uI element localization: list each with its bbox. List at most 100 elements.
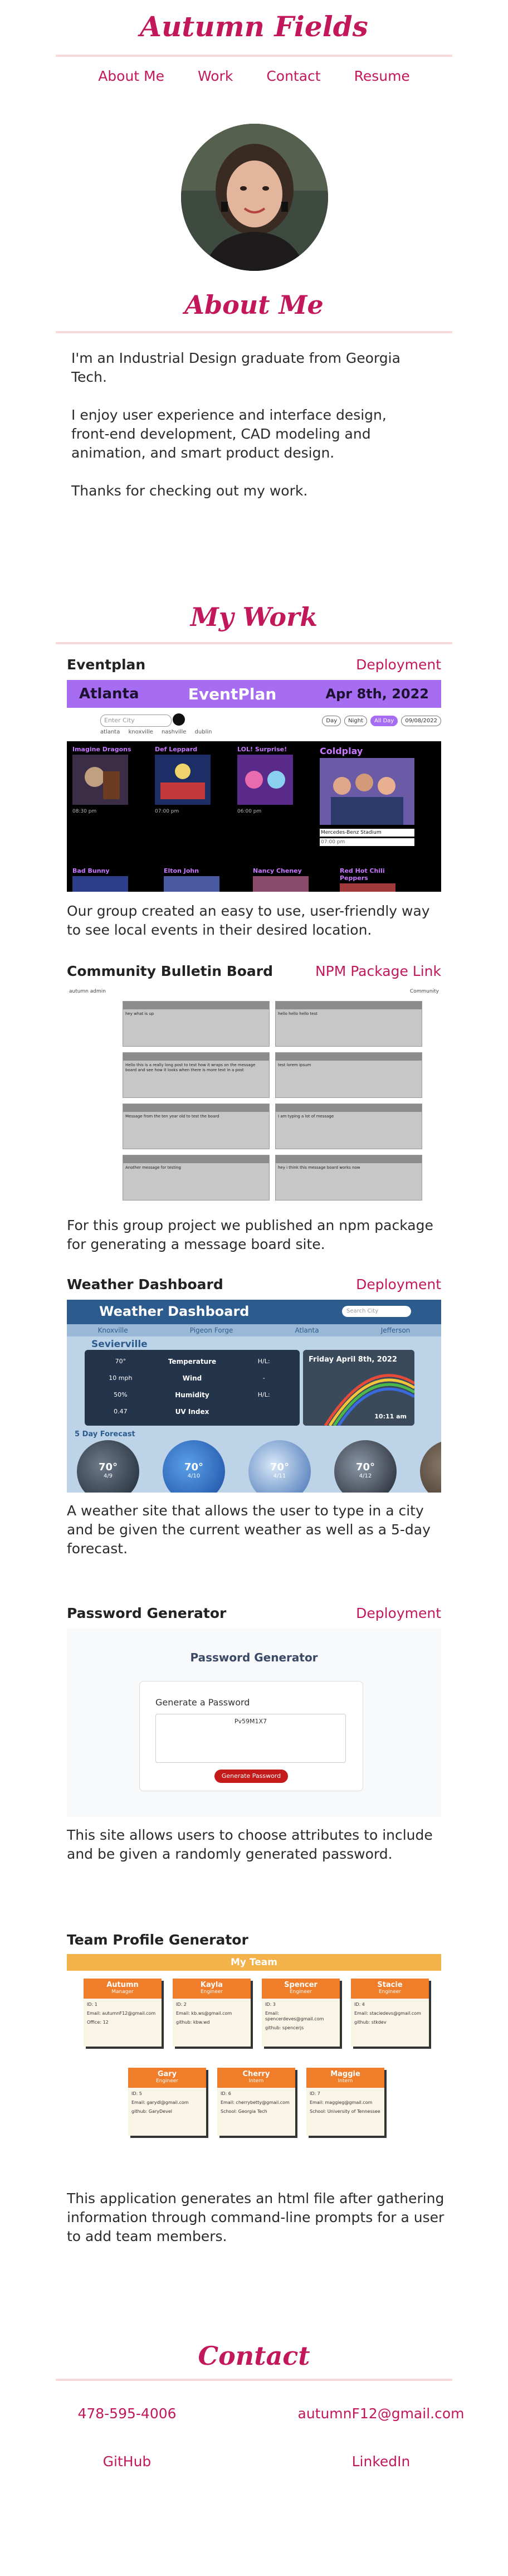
weather-value: 50% [114,1391,128,1398]
eventplan-filter-chips: Day Night All Day 09/08/2022 [322,716,441,726]
nav-about-me[interactable]: About Me [98,68,164,84]
weather-extra: H/L: [257,1391,270,1398]
forecast-temp: 70° [355,1461,375,1473]
password-deployment-link[interactable]: Deployment [356,1605,441,1621]
eventplan-event-grid: Imagine Dragons 08:30 pm Def Leppard 07:… [67,741,441,892]
member-name: Kayla [200,1981,223,1989]
weather-header: Weather Dashboard Search City [67,1300,441,1324]
about-divider [56,331,452,333]
weather-city-tab: Pigeon Forge [189,1326,233,1334]
team-member-card: Maggie Intern ID: 7 Email: maggieg@gmail.co… [306,2068,384,2136]
project-title-team-profile: Team Profile Generator [67,1932,248,1948]
weather-search-input: Search City [342,1306,411,1317]
eventplan-description: Our group created an easy to use, user-f… [67,903,430,938]
weather-label: Wind [182,1374,202,1382]
bulletin-user: autumn admin [69,989,106,994]
member-email: Email: kb.ws@gmail.com [176,2011,232,2016]
weather-screenshot[interactable]: Weather Dashboard Search City Knoxville … [67,1300,441,1493]
bulletin-post: I am typing a lot of message [275,1104,422,1149]
about-paragraph: I'm an Industrial Design graduate from G… [71,350,400,385]
weather-row: 0.47 UV Index [85,1408,300,1416]
filter-chip: 09/08/2022 [401,716,441,726]
bulletin-post: Another message for testing [123,1155,270,1200]
member-email: Email: maggieg@gmail.com [310,2100,373,2105]
member-role: Engineer [289,1989,312,1995]
event-card: Imagine Dragons 08:30 pm [72,746,134,814]
weather-label: UV Index [175,1408,209,1416]
team-member-card: Spencer Engineer ID: 3 Email: spencerdeves@… [262,1979,340,2047]
event-name: LOL! Surprise! [237,746,287,753]
member-name: Autumn [106,1981,139,1989]
weather-time: 10:11 am [374,1413,407,1420]
eventplan-search-input: Enter City [100,715,172,727]
member-extra: School: University of Tennessee [310,2109,380,2114]
password-screenshot[interactable]: Password Generator Generate a Password P… [67,1629,441,1817]
nav-resume[interactable]: Resume [354,68,410,84]
eventplan-city-list: atlanta knoxville nashville dublin [100,729,212,735]
forecast-temp: 70° [98,1461,118,1473]
post-text: hey i think this message board works now [278,1165,360,1170]
filter-chip: All Day [370,716,398,726]
member-extra: Office: 12 [87,2020,109,2025]
profile-photo [181,124,328,271]
event-name: Bad Bunny [72,867,110,874]
forecast-card: 70° 4/9 [77,1440,139,1493]
event-image [253,876,309,892]
weather-deployment-link[interactable]: Deployment [356,1276,441,1292]
eventplan-deployment-link[interactable]: Deployment [356,657,441,673]
bulletin-npm-package-link[interactable]: NPM Package Link [315,963,441,979]
weather-date-panel: Friday April 8th, 2022 10:11 am [303,1350,414,1426]
member-role: Engineer [200,1989,223,1995]
team-member-card: Stacie Engineer ID: 4 Email: staciedevs@gma… [351,1979,429,2047]
weather-label: Temperature [168,1358,217,1365]
eventplan-search-bar: Enter City atlanta knoxville nashville d… [67,708,441,741]
member-name: Spencer [284,1981,318,1989]
event-card: Def Leppard 07:00 pm [155,746,216,814]
event-image [320,758,414,825]
weather-city-tab: Knoxville [97,1326,128,1334]
post-text: hello hello hello test [278,1012,318,1016]
weather-current-city: Sevierville [91,1339,148,1350]
event-image [237,755,293,805]
nav-contact[interactable]: Contact [266,68,320,84]
email-link[interactable]: autumnF12@gmail.com [254,2405,508,2422]
contact-divider [56,2379,452,2381]
contact-heading: Contact [198,2341,310,2371]
forecast-card: 70° 4/10 [163,1440,225,1493]
site-title: Autumn Fields [140,10,368,43]
team-profile-screenshot[interactable]: My Team Autumn Manager ID: 1 Email: autumnF… [67,1954,441,2144]
member-name: Maggie [330,2070,360,2078]
event-image [155,755,211,805]
weather-current-panel: 70° Temperature H/L: 10 mph Wind - 50% Humidi… [85,1350,300,1426]
forecast-date: 4/12 [359,1473,372,1479]
team-member-card: Autumn Manager ID: 1 Email: autumnF12@gmail… [84,1979,162,2047]
eventplan-screenshot[interactable]: Atlanta EventPlan Apr 8th, 2022 Enter Ci… [67,680,441,892]
member-email: Email: staciedevs@gmail.com [354,2011,421,2016]
main-nav: About Me Work Contact Resume [0,68,508,84]
forecast-date: 4/10 [187,1473,201,1479]
password-card: Generate a Password Pv59M1X7 Generate Pa… [139,1681,363,1791]
event-card: Bad Bunny [72,867,134,892]
bulletin-screenshot[interactable]: autumn admin Community hey what is up he… [67,986,441,1206]
bulletin-description: For this group project we published an n… [67,1217,433,1252]
github-link[interactable]: GitHub [0,2453,254,2470]
member-role: Engineer [155,2078,179,2084]
event-card: Nancy Cheney [253,867,314,892]
work-heading: My Work [190,602,318,632]
phone-link[interactable]: 478-595-4006 [0,2405,254,2422]
password-app-name: Password Generator [190,1651,318,1664]
event-card: Elton John [164,867,225,892]
member-id: ID: 4 [354,2002,365,2007]
team-member-card: Kayla Engineer ID: 2 Email: kb.ws@gmail.com… [173,1979,251,2047]
event-time: 06:00 pm [237,809,262,814]
member-id: ID: 5 [131,2091,142,2096]
linkedin-link[interactable]: LinkedIn [254,2453,508,2470]
weather-value: 10 mph [109,1374,133,1382]
event-name: Coldplay [320,746,363,756]
event-image [72,876,128,892]
weather-app-name: Weather Dashboard [99,1304,250,1319]
bulletin-posts: hey what is up hello hello hello test He… [67,997,441,1206]
post-text: Another message for testing [125,1165,181,1170]
member-extra: github: kbw.wd [176,2020,210,2025]
nav-work[interactable]: Work [198,68,233,84]
